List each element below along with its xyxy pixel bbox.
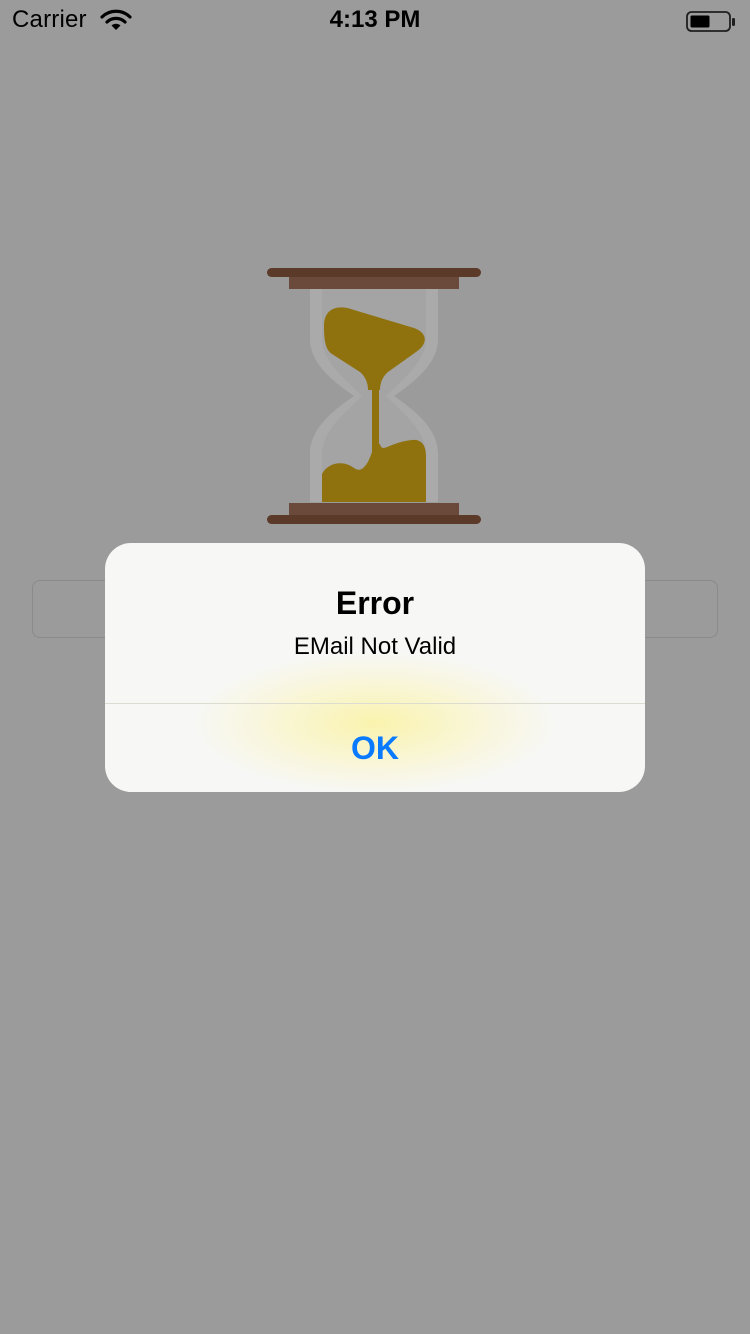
error-alert: Error EMail Not Valid OK	[105, 543, 645, 792]
ok-button[interactable]: OK	[105, 704, 645, 792]
battery-icon	[686, 11, 735, 32]
hourglass-icon	[267, 268, 481, 524]
alert-message: EMail Not Valid	[293, 633, 457, 660]
status-bar: Carrier 4:13 PM	[0, 0, 750, 40]
clock-label: 4:13 PM	[329, 6, 421, 33]
alert-title: Error	[335, 585, 415, 621]
